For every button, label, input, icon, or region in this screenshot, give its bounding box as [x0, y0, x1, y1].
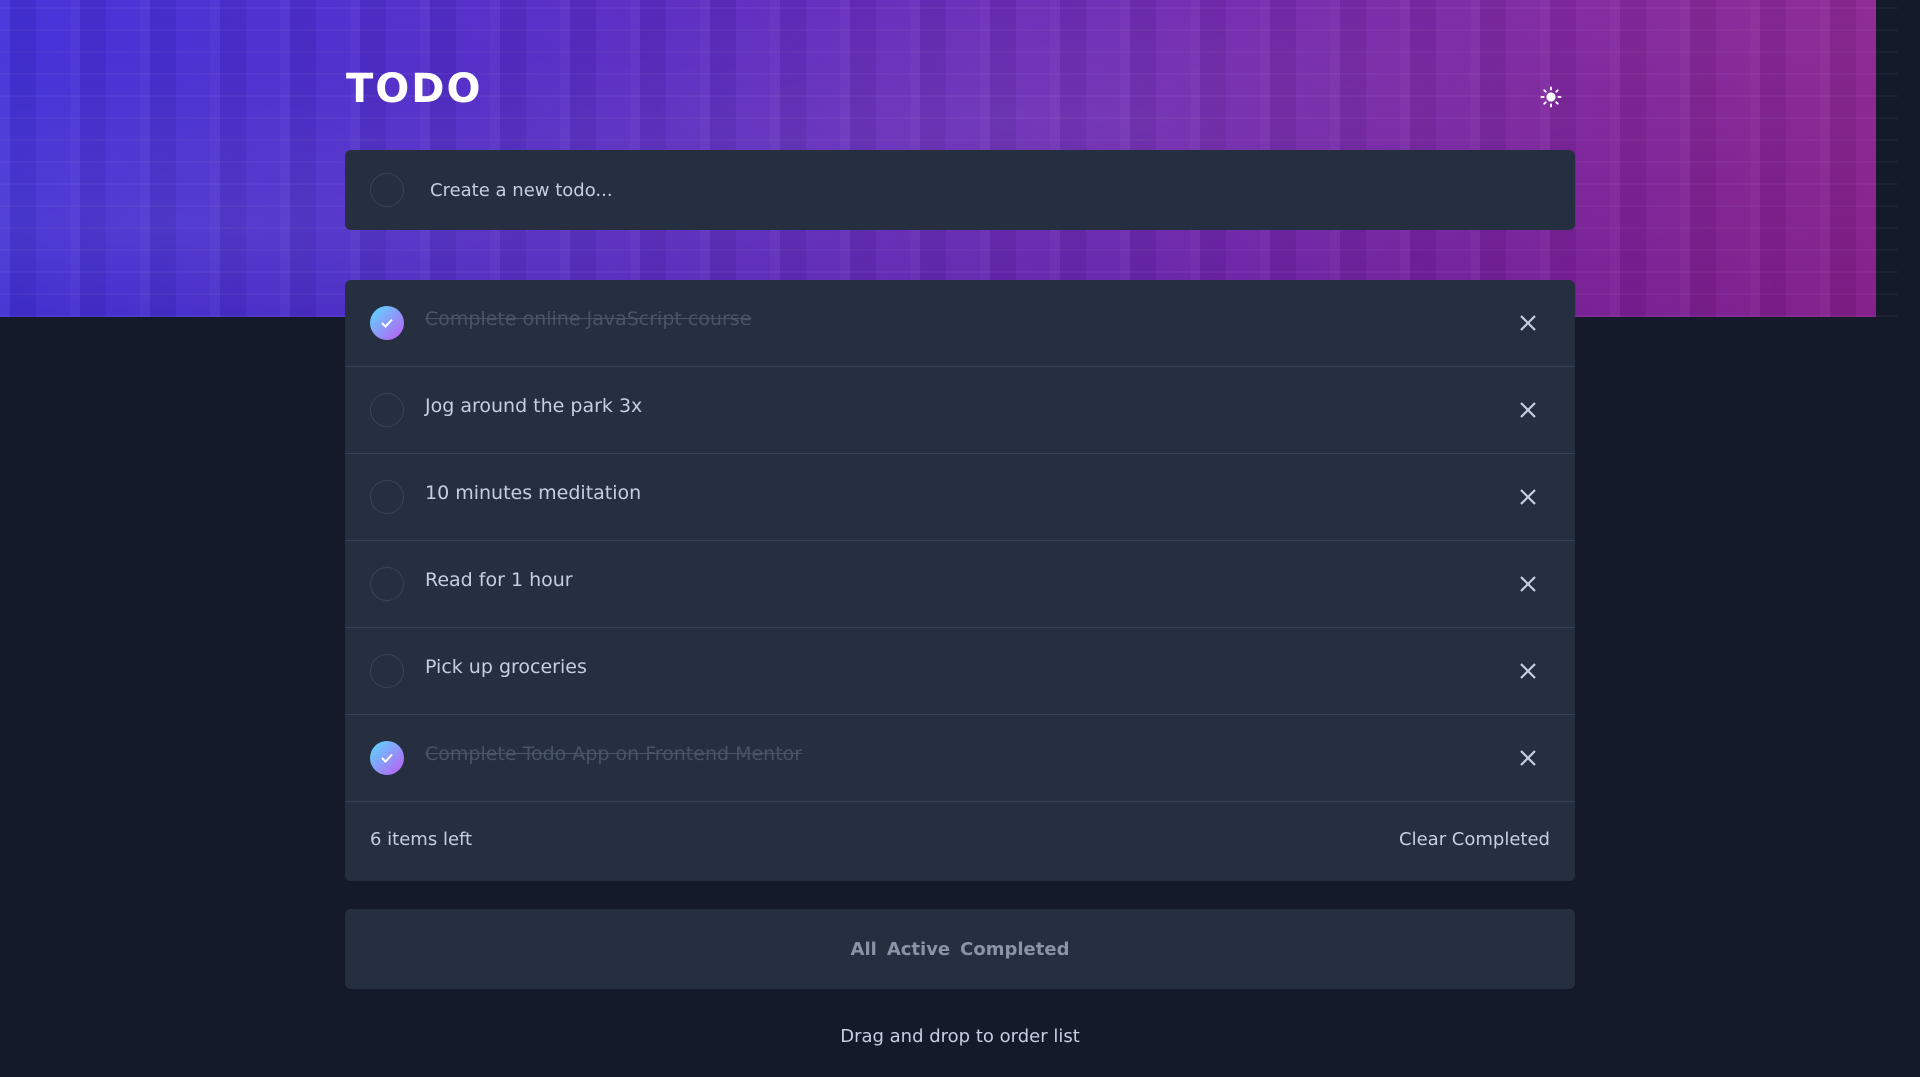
todo-checkbox[interactable]	[370, 480, 404, 514]
app-title: TODO	[346, 66, 483, 112]
todo-checkbox[interactable]	[370, 567, 404, 601]
filter-active[interactable]: Active	[887, 939, 950, 960]
todo-item[interactable]: Pick up groceries	[345, 628, 1575, 715]
todo-list: Complete online JavaScript course Jog ar…	[345, 280, 1575, 881]
close-icon	[1520, 750, 1536, 766]
filter-all[interactable]: All	[851, 939, 877, 960]
todo-item[interactable]: Read for 1 hour	[345, 541, 1575, 628]
check-icon	[381, 318, 393, 328]
clear-completed-button[interactable]: Clear Completed	[1399, 829, 1550, 850]
sun-icon	[1540, 86, 1562, 108]
check-icon	[381, 753, 393, 763]
theme-toggle-button[interactable]	[1539, 85, 1563, 109]
todo-checkbox[interactable]	[370, 393, 404, 427]
items-left-count: 6 items left	[370, 829, 473, 850]
drag-hint: Drag and drop to order list	[840, 1026, 1080, 1047]
todo-checkbox[interactable]	[370, 741, 404, 775]
new-todo-checkbox[interactable]	[370, 173, 404, 207]
list-footer: 6 items left Clear Completed	[345, 802, 1575, 881]
todo-item[interactable]: Complete online JavaScript course	[345, 280, 1575, 367]
todo-checkbox[interactable]	[370, 306, 404, 340]
new-todo-bar	[345, 150, 1575, 230]
todo-text: Jog around the park 3x	[425, 395, 643, 417]
todo-text: Complete Todo App on Frontend Mentor	[425, 743, 803, 765]
todo-item[interactable]: Complete Todo App on Frontend Mentor	[345, 715, 1575, 802]
close-icon	[1520, 576, 1536, 592]
close-icon	[1520, 489, 1536, 505]
todo-checkbox[interactable]	[370, 654, 404, 688]
delete-button[interactable]	[1516, 659, 1540, 683]
close-icon	[1520, 315, 1536, 331]
filter-completed[interactable]: Completed	[960, 939, 1069, 960]
delete-button[interactable]	[1516, 572, 1540, 596]
filter-bar: All Active Completed	[345, 909, 1575, 989]
todo-item[interactable]: Jog around the park 3x	[345, 367, 1575, 454]
todo-text: Read for 1 hour	[425, 569, 573, 591]
delete-button[interactable]	[1516, 311, 1540, 335]
new-todo-input[interactable]	[430, 172, 1530, 208]
hero-right-edge	[1876, 0, 1898, 317]
delete-button[interactable]	[1516, 746, 1540, 770]
todo-text: Complete online JavaScript course	[425, 308, 752, 330]
todo-item[interactable]: 10 minutes meditation	[345, 454, 1575, 541]
delete-button[interactable]	[1516, 398, 1540, 422]
close-icon	[1520, 402, 1536, 418]
delete-button[interactable]	[1516, 485, 1540, 509]
todo-text: Pick up groceries	[425, 656, 587, 678]
close-icon	[1520, 663, 1536, 679]
todo-text: 10 minutes meditation	[425, 482, 642, 504]
